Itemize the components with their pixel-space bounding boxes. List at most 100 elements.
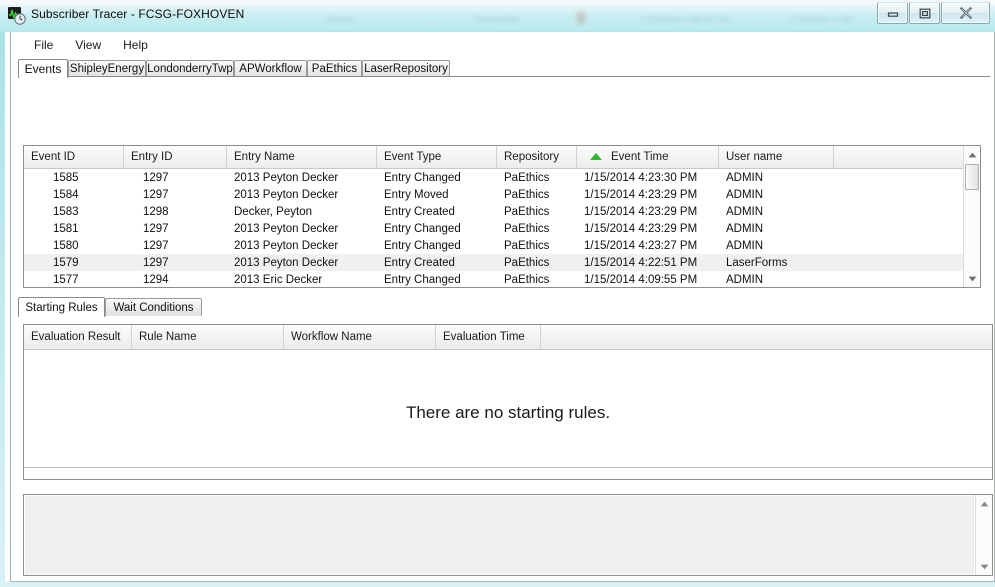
application-window: Stored Terminated 1/15/2014 4:48:28 PM 1…: [0, 0, 995, 587]
column-header-rule-name[interactable]: Rule Name: [132, 325, 284, 349]
tab-events[interactable]: Events: [18, 59, 68, 78]
tab-apworkflow[interactable]: APWorkflow: [234, 60, 307, 77]
cell-user-name: ADMIN: [726, 239, 764, 252]
titlebar[interactable]: Subscriber Tracer - FCSG-FOXHOVEN: [0, 0, 995, 32]
cell-event-id: 1577: [53, 273, 79, 286]
column-header-entry-name[interactable]: Entry Name: [227, 146, 377, 168]
tab-starting-rules[interactable]: Starting Rules: [18, 297, 105, 317]
window-controls: [876, 2, 990, 24]
column-header-evaluation-time[interactable]: Evaluation Time: [436, 325, 541, 349]
cell-entry-name: Decker, Peyton: [234, 205, 312, 218]
menu-item-file[interactable]: File: [23, 35, 64, 55]
cell-event-id: 1581: [53, 222, 79, 235]
table-row[interactable]: 1580 1297 2013 Peyton Decker Entry Chang…: [24, 237, 980, 254]
cell-entry-id: 1297: [143, 188, 169, 201]
cell-entry-id: 1294: [143, 273, 169, 286]
cell-event-time: 1/15/2014 4:23:29 PM: [584, 222, 698, 235]
table-row[interactable]: 1581 1297 2013 Peyton Decker Entry Chang…: [24, 220, 980, 237]
rules-tab-strip: Starting Rules Wait Conditions: [18, 297, 990, 317]
events-panel: Event ID Entry ID Entry Name Event Type …: [11, 77, 994, 288]
cell-repository: PaEthics: [504, 171, 550, 184]
column-header-evaluation-result[interactable]: Evaluation Result: [24, 325, 132, 349]
cell-repository: PaEthics: [504, 205, 550, 218]
menu-item-help[interactable]: Help: [112, 35, 159, 55]
column-header-workflow-name[interactable]: Workflow Name: [284, 325, 436, 349]
cell-event-id: 1580: [53, 239, 79, 252]
tab-laserrepository[interactable]: LaserRepository: [362, 60, 450, 77]
rules-grid-header: Evaluation Result Rule Name Workflow Nam…: [24, 325, 992, 350]
tab-wait-conditions[interactable]: Wait Conditions: [105, 298, 202, 316]
rules-grid-footer: [24, 467, 992, 479]
column-header-repository[interactable]: Repository: [497, 146, 577, 168]
minimize-button[interactable]: [877, 2, 908, 24]
cell-entry-name: 2013 Peyton Decker: [234, 239, 339, 252]
cell-entry-name: 2013 Peyton Decker: [234, 256, 339, 269]
scroll-up-arrow-icon[interactable]: [964, 146, 980, 163]
client-inner: File View Help Events ShipleyEnergy Lond…: [10, 32, 995, 582]
column-header-user-name[interactable]: User name: [719, 146, 834, 168]
column-header-filler[interactable]: [834, 146, 965, 168]
sort-ascending-triangle-icon: [590, 153, 602, 160]
events-grid-header: Event ID Entry ID Entry Name Event Type …: [24, 146, 980, 169]
column-header-entry-id[interactable]: Entry ID: [124, 146, 227, 168]
cell-event-type: Entry Changed: [384, 171, 461, 184]
window-client-area: File View Help Events ShipleyEnergy Lond…: [0, 32, 995, 587]
cell-event-id: 1584: [53, 188, 79, 201]
cell-entry-id: 1297: [143, 222, 169, 235]
detail-pane[interactable]: [23, 494, 993, 576]
cell-user-name: ADMIN: [726, 222, 764, 235]
cell-repository: PaEthics: [504, 256, 550, 269]
table-row[interactable]: 1585 1297 2013 Peyton Decker Entry Chang…: [24, 169, 980, 186]
events-grid-scrollbar[interactable]: [963, 146, 980, 287]
cell-user-name: LaserForms: [726, 256, 788, 269]
tab-shipleyenergy[interactable]: ShipleyEnergy: [68, 60, 146, 77]
cell-user-name: ADMIN: [726, 188, 764, 201]
column-header-event-id[interactable]: Event ID: [24, 146, 124, 168]
cell-event-time: 1/15/2014 4:09:55 PM: [584, 273, 698, 286]
detail-pane-scrollbar[interactable]: [975, 495, 992, 575]
detail-pane-content: [24, 495, 975, 575]
scroll-down-arrow-icon[interactable]: [976, 558, 992, 575]
menu-item-view[interactable]: View: [64, 35, 112, 55]
cell-event-type: Entry Created: [384, 256, 455, 269]
empty-state-message: There are no starting rules.: [405, 403, 611, 422]
cell-user-name: ADMIN: [726, 205, 764, 218]
cell-entry-name: 2013 Peyton Decker: [234, 171, 339, 184]
table-row[interactable]: 1577 1294 2013 Eric Decker Entry Changed…: [24, 271, 980, 287]
cell-repository: PaEthics: [504, 188, 550, 201]
scroll-up-arrow-icon[interactable]: [976, 495, 992, 512]
table-row[interactable]: 1583 1298 Decker, Peyton Entry Created P…: [24, 203, 980, 220]
scrollbar-track[interactable]: [976, 512, 992, 558]
cell-repository: PaEthics: [504, 239, 550, 252]
table-row[interactable]: 1584 1297 2013 Peyton Decker Entry Moved…: [24, 186, 980, 203]
column-header-filler[interactable]: [541, 325, 992, 349]
cell-event-time: 1/15/2014 4:23:30 PM: [584, 171, 698, 184]
close-button[interactable]: [941, 2, 990, 24]
cell-user-name: ADMIN: [726, 171, 764, 184]
starting-rules-grid[interactable]: Evaluation Result Rule Name Workflow Nam…: [23, 324, 993, 480]
events-grid[interactable]: Event ID Entry ID Entry Name Event Type …: [23, 145, 981, 288]
cell-entry-id: 1297: [143, 171, 169, 184]
cell-event-type: Entry Created: [384, 205, 455, 218]
cell-entry-name: 2013 Peyton Decker: [234, 222, 339, 235]
cell-user-name: ADMIN: [726, 273, 764, 286]
tab-paethics[interactable]: PaEthics: [307, 60, 362, 77]
window-title: Subscriber Tracer - FCSG-FOXHOVEN: [31, 7, 245, 21]
scrollbar-thumb[interactable]: [965, 164, 979, 190]
column-header-event-time[interactable]: Event Time: [577, 146, 719, 168]
cell-entry-id: 1297: [143, 239, 169, 252]
maximize-button[interactable]: [909, 2, 940, 24]
scroll-down-arrow-icon[interactable]: [964, 270, 980, 287]
table-row[interactable]: 1579 1297 2013 Peyton Decker Entry Creat…: [24, 254, 980, 271]
events-grid-body: 1585 1297 2013 Peyton Decker Entry Chang…: [24, 169, 980, 287]
waveform-clock-icon: [8, 7, 26, 25]
cell-event-type: Entry Changed: [384, 273, 461, 286]
cell-event-type: Entry Changed: [384, 222, 461, 235]
cell-entry-name: 2013 Peyton Decker: [234, 188, 339, 201]
cell-event-time: 1/15/2014 4:23:27 PM: [584, 239, 698, 252]
column-header-event-type[interactable]: Event Type: [377, 146, 497, 168]
tab-londonderrytwp[interactable]: LondonderryTwp: [146, 60, 234, 77]
cell-entry-name: 2013 Eric Decker: [234, 273, 323, 286]
cell-event-time: 1/15/2014 4:23:29 PM: [584, 188, 698, 201]
cell-event-id: 1585: [53, 171, 79, 184]
